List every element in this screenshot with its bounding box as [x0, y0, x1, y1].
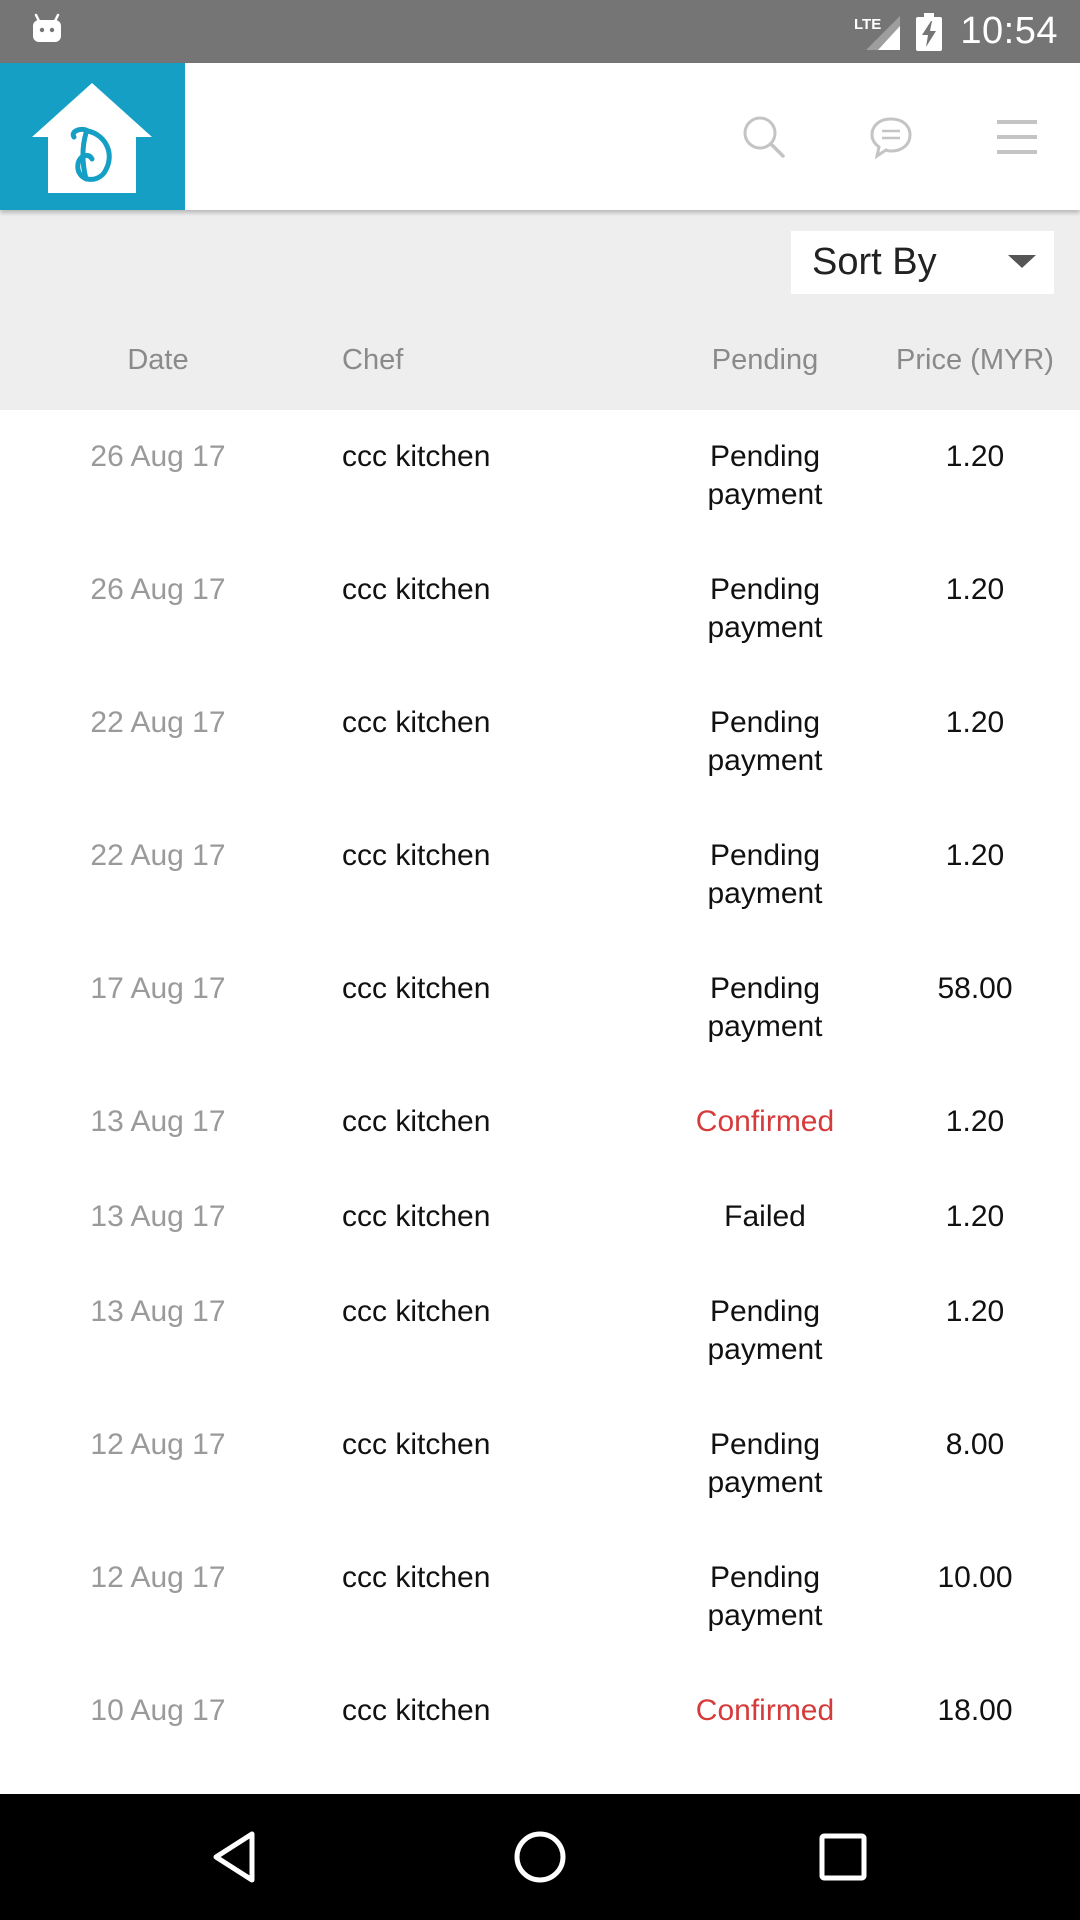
lte-label: LTE — [854, 16, 881, 33]
table-row[interactable]: 26 Aug 17 ccc kitchen Pending payment 1.20 — [0, 410, 1080, 543]
row-price: 1.20 — [945, 839, 1005, 872]
row-price: 1.20 — [945, 573, 1005, 606]
row-status-line2: payment — [707, 1333, 823, 1366]
table-row[interactable]: 22 Aug 17 ccc kitchen Pending payment 1.20 — [0, 809, 1080, 942]
chat-icon[interactable] — [857, 103, 925, 171]
row-status: Pending payment — [660, 571, 870, 647]
caret-down-icon — [1008, 255, 1036, 268]
lte-signal-icon: LTE — [854, 12, 902, 52]
battery-charging-icon — [916, 12, 943, 51]
row-date: 22 Aug 17 — [90, 706, 226, 739]
column-header-price[interactable]: Price (MYR) — [880, 344, 1070, 377]
search-icon[interactable] — [730, 103, 798, 171]
row-status-line1: Pending — [709, 440, 821, 473]
screen: LTE 10:54 Sort By Date Chef Pending Pric… — [0, 0, 1080, 1920]
row-price: 58.00 — [937, 972, 1013, 1005]
table-row[interactable]: 26 Aug 17 ccc kitchen Pending payment 1.20 — [0, 543, 1080, 676]
row-price: 1.20 — [945, 1105, 1005, 1138]
app-logo[interactable] — [0, 63, 185, 210]
row-chef: ccc kitchen — [342, 1295, 491, 1328]
row-status: Pending payment — [660, 837, 870, 913]
home-icon[interactable] — [505, 1822, 575, 1892]
row-date: 10 Aug 17 — [90, 1694, 226, 1727]
row-date: 13 Aug 17 — [90, 1105, 226, 1138]
recent-apps-icon[interactable] — [808, 1822, 878, 1892]
row-price: 1.20 — [945, 1295, 1005, 1328]
row-status-line1: Pending — [709, 1295, 821, 1328]
app-bar — [0, 63, 1080, 210]
row-status: Confirmed — [660, 1692, 870, 1730]
table-header-area: Sort By Date Chef Pending Price (MYR) — [0, 210, 1080, 410]
table-row[interactable]: 13 Aug 17 ccc kitchen Confirmed 1.20 — [0, 1075, 1080, 1170]
row-status-line1: Pending — [709, 573, 821, 606]
column-header-date[interactable]: Date — [0, 344, 316, 377]
row-chef: ccc kitchen — [342, 1200, 491, 1233]
column-header-pending[interactable]: Pending — [660, 344, 870, 377]
table-row[interactable]: 12 Aug 17 ccc kitchen Pending payment 8.00 — [0, 1398, 1080, 1531]
android-icon — [30, 12, 64, 46]
row-date: 22 Aug 17 — [90, 839, 226, 872]
row-status-line2: payment — [707, 478, 823, 511]
row-status-line2: payment — [707, 1010, 823, 1043]
row-status-line1: Confirmed — [695, 1105, 835, 1138]
row-status-line2: payment — [707, 1466, 823, 1499]
row-price: 10.00 — [937, 1561, 1013, 1594]
row-status-line1: Failed — [724, 1200, 806, 1233]
row-price: 1.20 — [945, 440, 1005, 473]
column-header-chef[interactable]: Chef — [342, 344, 403, 377]
row-status-line1: Confirmed — [695, 1694, 835, 1727]
table-row[interactable]: 22 Aug 17 ccc kitchen Pending payment 1.20 — [0, 676, 1080, 809]
row-chef: ccc kitchen — [342, 1561, 491, 1594]
row-status-line1: Pending — [709, 1561, 821, 1594]
row-chef: ccc kitchen — [342, 573, 491, 606]
table-row[interactable]: 10 Aug 17 ccc kitchen Confirmed 18.00 — [0, 1664, 1080, 1759]
status-bar: LTE 10:54 — [0, 0, 1080, 63]
row-chef: ccc kitchen — [342, 1105, 491, 1138]
row-status-line2: payment — [707, 744, 823, 777]
navigation-bar — [0, 1794, 1080, 1920]
row-chef: ccc kitchen — [342, 1428, 491, 1461]
sort-by-dropdown[interactable]: Sort By — [791, 231, 1054, 294]
row-price: 18.00 — [937, 1694, 1013, 1727]
row-status-line2: payment — [707, 1599, 823, 1632]
row-status: Confirmed — [660, 1103, 870, 1141]
row-status-line1: Pending — [709, 839, 821, 872]
house-logo-icon — [32, 83, 152, 193]
row-date: 13 Aug 17 — [90, 1200, 226, 1233]
table-row[interactable]: 13 Aug 17 ccc kitchen Failed 1.20 — [0, 1170, 1080, 1265]
row-date: 26 Aug 17 — [90, 573, 226, 606]
clock: 10:54 — [960, 10, 1058, 52]
row-status: Pending payment — [660, 970, 870, 1046]
row-chef: ccc kitchen — [342, 1694, 491, 1727]
table-row[interactable]: 13 Aug 17 ccc kitchen Pending payment 1.20 — [0, 1265, 1080, 1398]
row-status-line1: Pending — [709, 1428, 821, 1461]
row-status: Pending payment — [660, 438, 870, 514]
row-status: Pending payment — [660, 1559, 870, 1635]
row-status: Pending payment — [660, 1426, 870, 1502]
row-price: 1.20 — [945, 706, 1005, 739]
sort-by-label: Sort By — [812, 241, 937, 283]
row-price: 1.20 — [945, 1200, 1005, 1233]
row-chef: ccc kitchen — [342, 440, 491, 473]
row-status-line1: Pending — [709, 706, 821, 739]
row-status: Pending payment — [660, 704, 870, 780]
row-chef: ccc kitchen — [342, 706, 491, 739]
row-status-line2: payment — [707, 611, 823, 644]
row-date: 12 Aug 17 — [90, 1428, 226, 1461]
row-date: 17 Aug 17 — [90, 972, 226, 1005]
table-row[interactable]: 12 Aug 17 ccc kitchen Pending payment 10.00 — [0, 1531, 1080, 1664]
row-date: 12 Aug 17 — [90, 1561, 226, 1594]
row-status-line2: payment — [707, 877, 823, 910]
back-icon[interactable] — [202, 1822, 272, 1892]
row-price: 8.00 — [945, 1428, 1005, 1461]
row-date: 26 Aug 17 — [90, 440, 226, 473]
row-chef: ccc kitchen — [342, 839, 491, 872]
row-status: Pending payment — [660, 1293, 870, 1369]
row-chef: ccc kitchen — [342, 972, 491, 1005]
table-row[interactable]: 17 Aug 17 ccc kitchen Pending payment 58.00 — [0, 942, 1080, 1075]
row-status-line1: Pending — [709, 972, 821, 1005]
row-date: 13 Aug 17 — [90, 1295, 226, 1328]
menu-icon[interactable] — [983, 103, 1051, 171]
row-status: Failed — [660, 1198, 870, 1236]
